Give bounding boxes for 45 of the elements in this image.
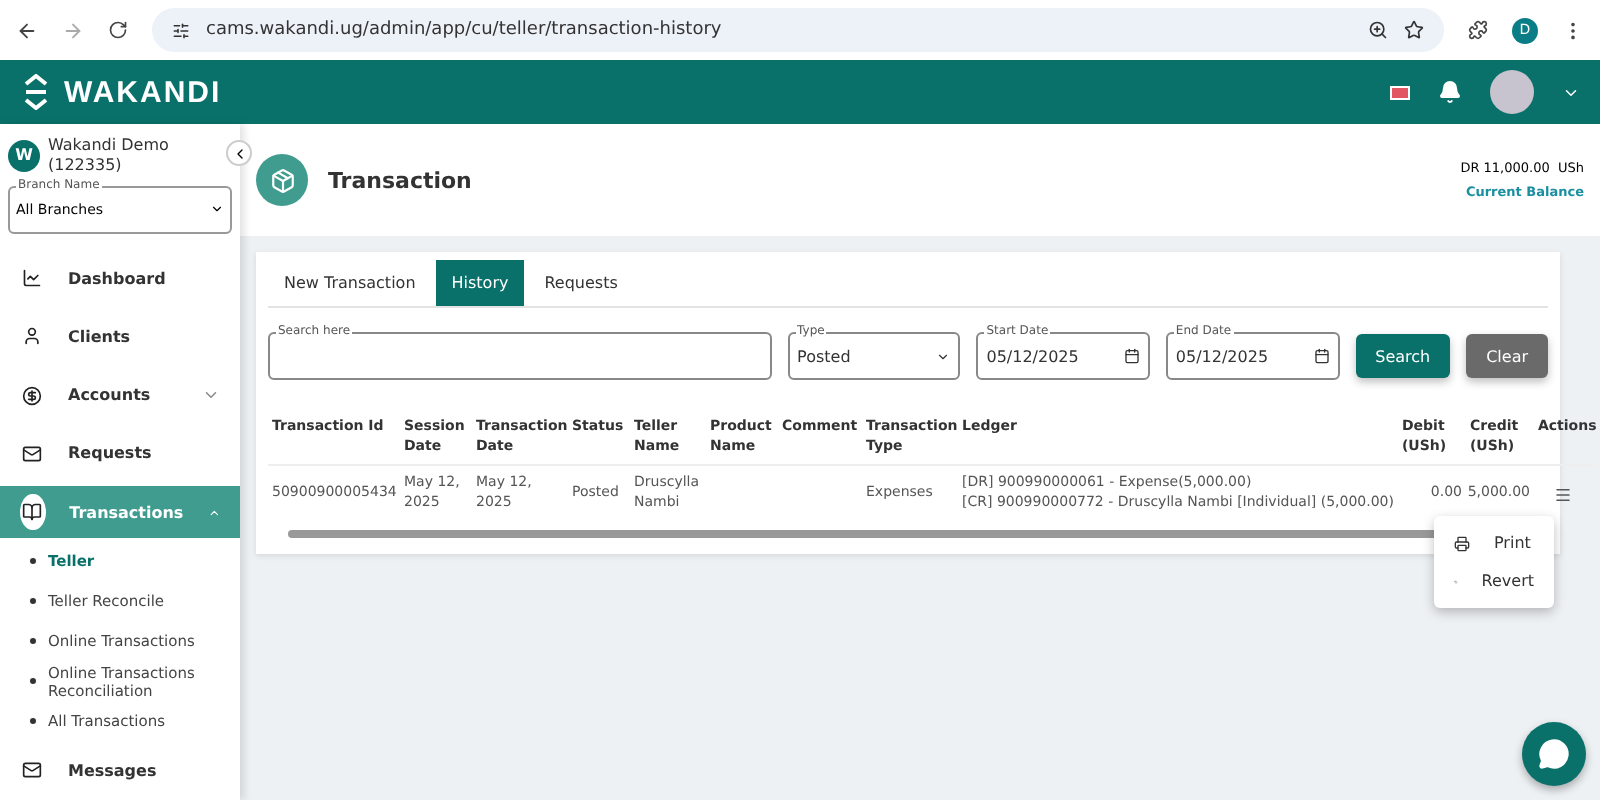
nav-item[interactable]: Messages	[0, 741, 240, 800]
package-icon	[256, 154, 308, 206]
envelope-icon	[22, 760, 42, 781]
brand-name: WAKANDI	[64, 75, 224, 109]
flag-icon[interactable]	[1390, 85, 1410, 99]
caret-icon	[936, 349, 951, 363]
calendar-icon[interactable]	[1313, 348, 1330, 364]
logo-icon	[20, 74, 52, 110]
org-avatar: W	[8, 139, 40, 172]
chart-icon	[22, 268, 42, 289]
printer-icon	[1454, 535, 1470, 551]
nav-item[interactable]: Accounts	[0, 366, 240, 425]
org-code: (122335)	[48, 155, 124, 175]
tab[interactable]: New Transaction	[268, 260, 432, 306]
extensions-icon[interactable]	[1468, 20, 1488, 40]
org-name: Wakandi Demo	[48, 136, 169, 156]
site-settings-icon[interactable]	[172, 21, 190, 39]
coin-icon	[22, 385, 42, 406]
page-title: Transaction	[328, 167, 474, 193]
nav-item[interactable]: Clients	[0, 307, 240, 367]
person-icon	[22, 326, 42, 347]
nav-item[interactable]: Dashboard	[0, 249, 240, 308]
back-icon[interactable]	[16, 19, 38, 41]
bell-icon[interactable]	[1438, 80, 1462, 104]
caret-icon	[210, 202, 224, 217]
user-avatar[interactable]	[1490, 70, 1534, 114]
reload-icon[interactable]	[108, 20, 128, 40]
actions-menu-icon[interactable]	[1554, 485, 1573, 504]
chat-bubble-icon	[1538, 738, 1570, 770]
menu-item[interactable]: Print	[1434, 524, 1554, 562]
clear-button[interactable]: Clear	[1466, 334, 1549, 378]
calendar-icon[interactable]	[1123, 348, 1140, 364]
bookmark-star-icon[interactable]	[1404, 20, 1424, 40]
book-icon	[22, 502, 43, 523]
menu-item[interactable]: Revert	[1434, 562, 1554, 600]
envelope-icon	[22, 443, 42, 464]
chat-button[interactable]	[1522, 722, 1586, 786]
url-text: cams.wakandi.ug/admin/app/cu/teller/transaction-history	[206, 20, 724, 40]
nav-item[interactable]: Requests	[0, 424, 240, 483]
zoom-icon[interactable]	[1368, 20, 1388, 40]
search-button[interactable]: Search	[1355, 334, 1451, 378]
tab[interactable]: History	[435, 260, 525, 306]
tab[interactable]: Requests	[528, 260, 634, 306]
collapse-button[interactable]	[226, 140, 252, 166]
address-bar[interactable]: cams.wakandi.ug/admin/app/cu/teller/transaction-history	[152, 8, 1444, 52]
